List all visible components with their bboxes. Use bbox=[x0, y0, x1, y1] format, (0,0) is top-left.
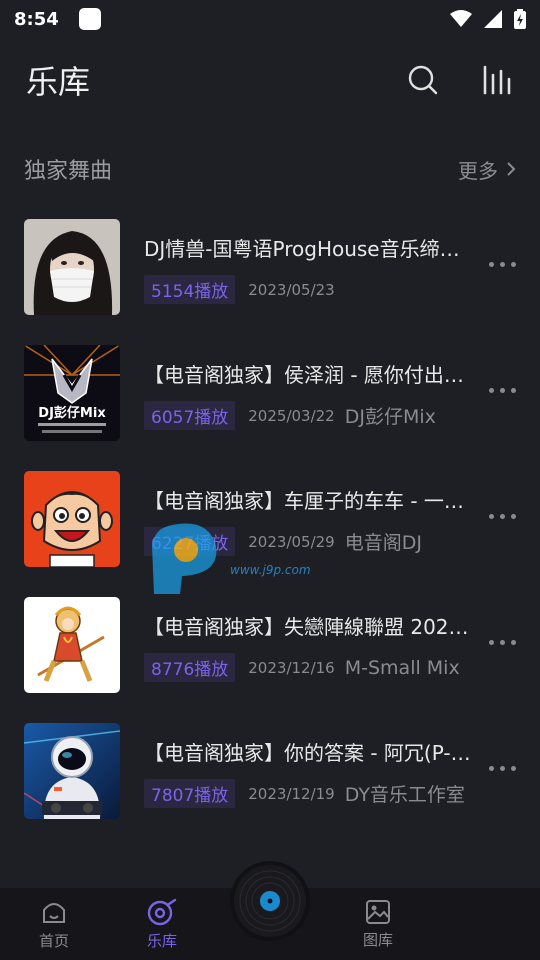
play-count-badge: 6057播放 bbox=[144, 401, 236, 430]
song-cover bbox=[24, 219, 120, 315]
cover-monkey-king bbox=[24, 597, 120, 693]
page-title: 乐库 bbox=[26, 63, 91, 101]
song-title: 【电音阁独家】侯泽润 - 愿你付出… bbox=[144, 363, 464, 387]
song-item[interactable]: 【电音阁独家】失戀陣線聯盟 202… 8776播放 2023/12/16 M-S… bbox=[0, 597, 540, 723]
section-title: 独家舞曲 bbox=[24, 159, 113, 184]
chevron-right-icon bbox=[507, 162, 516, 176]
gallery-icon bbox=[366, 899, 390, 924]
more-options-icon[interactable] bbox=[489, 640, 516, 645]
watermark-logo: www.j9p.com bbox=[152, 523, 311, 594]
nav-gallery[interactable]: 图库 bbox=[338, 888, 418, 960]
cover-woman-mask bbox=[24, 219, 120, 315]
cover-astronaut-dj bbox=[24, 723, 120, 819]
artist-name: M-Small Mix bbox=[344, 656, 460, 679]
release-date: 2023/12/16 bbox=[248, 658, 335, 677]
watermark-url: www.j9p.com bbox=[230, 563, 311, 577]
more-button[interactable]: 更多 bbox=[458, 155, 516, 184]
song-item[interactable]: 【电音阁独家】你的答案 - 阿冗(P-… 7807播放 2023/12/19 D… bbox=[0, 723, 540, 849]
nav-home[interactable]: 首页 bbox=[14, 888, 94, 960]
more-label: 更多 bbox=[458, 158, 498, 183]
more-options-icon[interactable] bbox=[489, 766, 516, 771]
nav-home-label: 首页 bbox=[38, 931, 69, 950]
notification-icon bbox=[78, 8, 101, 30]
release-date: 2023/12/19 bbox=[248, 784, 335, 803]
song-cover bbox=[24, 723, 120, 819]
song-cover bbox=[24, 471, 120, 567]
more-options-icon[interactable] bbox=[489, 514, 516, 519]
search-icon[interactable] bbox=[408, 65, 438, 95]
artist-name: DJ彭仔Mix bbox=[344, 406, 436, 428]
song-title: 【电音阁独家】车厘子的车车 - 一… bbox=[144, 489, 464, 513]
more-options-icon[interactable] bbox=[489, 388, 516, 393]
song-item[interactable]: DJ彭仔Mix 【电音阁独家】侯泽润 - 愿你付出… 6057播放 2025/0… bbox=[0, 345, 540, 471]
song-title: 【电音阁独家】失戀陣線聯盟 202… bbox=[144, 615, 469, 639]
song-cover: DJ彭仔Mix bbox=[24, 345, 120, 441]
status-bar: 8:54 bbox=[0, 0, 540, 38]
header: 乐库 bbox=[0, 50, 540, 110]
play-count-badge: 7807播放 bbox=[144, 779, 236, 808]
home-icon bbox=[43, 902, 65, 923]
nav-gallery-label: 图库 bbox=[362, 930, 393, 949]
wifi-icon bbox=[450, 10, 472, 27]
song-cover bbox=[24, 597, 120, 693]
cover-cartoon-face bbox=[24, 471, 120, 567]
section-header: 独家舞曲 更多 bbox=[0, 150, 540, 188]
signal-icon bbox=[484, 10, 502, 28]
equalizer-icon[interactable] bbox=[482, 65, 514, 95]
status-time: 8:54 bbox=[14, 8, 59, 30]
release-date: 2023/05/23 bbox=[248, 280, 335, 299]
cover-caption: DJ彭仔Mix bbox=[38, 405, 106, 421]
play-count-badge: 8776播放 bbox=[144, 653, 236, 682]
release-date: 2025/03/22 bbox=[248, 406, 335, 425]
song-title: 【电音阁独家】你的答案 - 阿冗(P-… bbox=[144, 741, 471, 765]
music-library-icon bbox=[147, 898, 177, 925]
nav-library-label: 乐库 bbox=[146, 931, 177, 950]
artist-name: DY音乐工作室 bbox=[344, 784, 465, 806]
nav-library[interactable]: 乐库 bbox=[122, 888, 202, 960]
song-title: DJ情兽-国粤语ProgHouse音乐缔… bbox=[144, 237, 460, 261]
cover-dj-logo: DJ彭仔Mix bbox=[24, 345, 120, 441]
more-options-icon[interactable] bbox=[489, 262, 516, 267]
now-playing-record-icon[interactable] bbox=[229, 860, 311, 942]
battery-icon bbox=[514, 9, 526, 29]
song-item[interactable]: DJ情兽-国粤语ProgHouse音乐缔… 5154播放 2023/05/23 bbox=[0, 219, 540, 345]
play-count-badge: 5154播放 bbox=[144, 275, 236, 304]
